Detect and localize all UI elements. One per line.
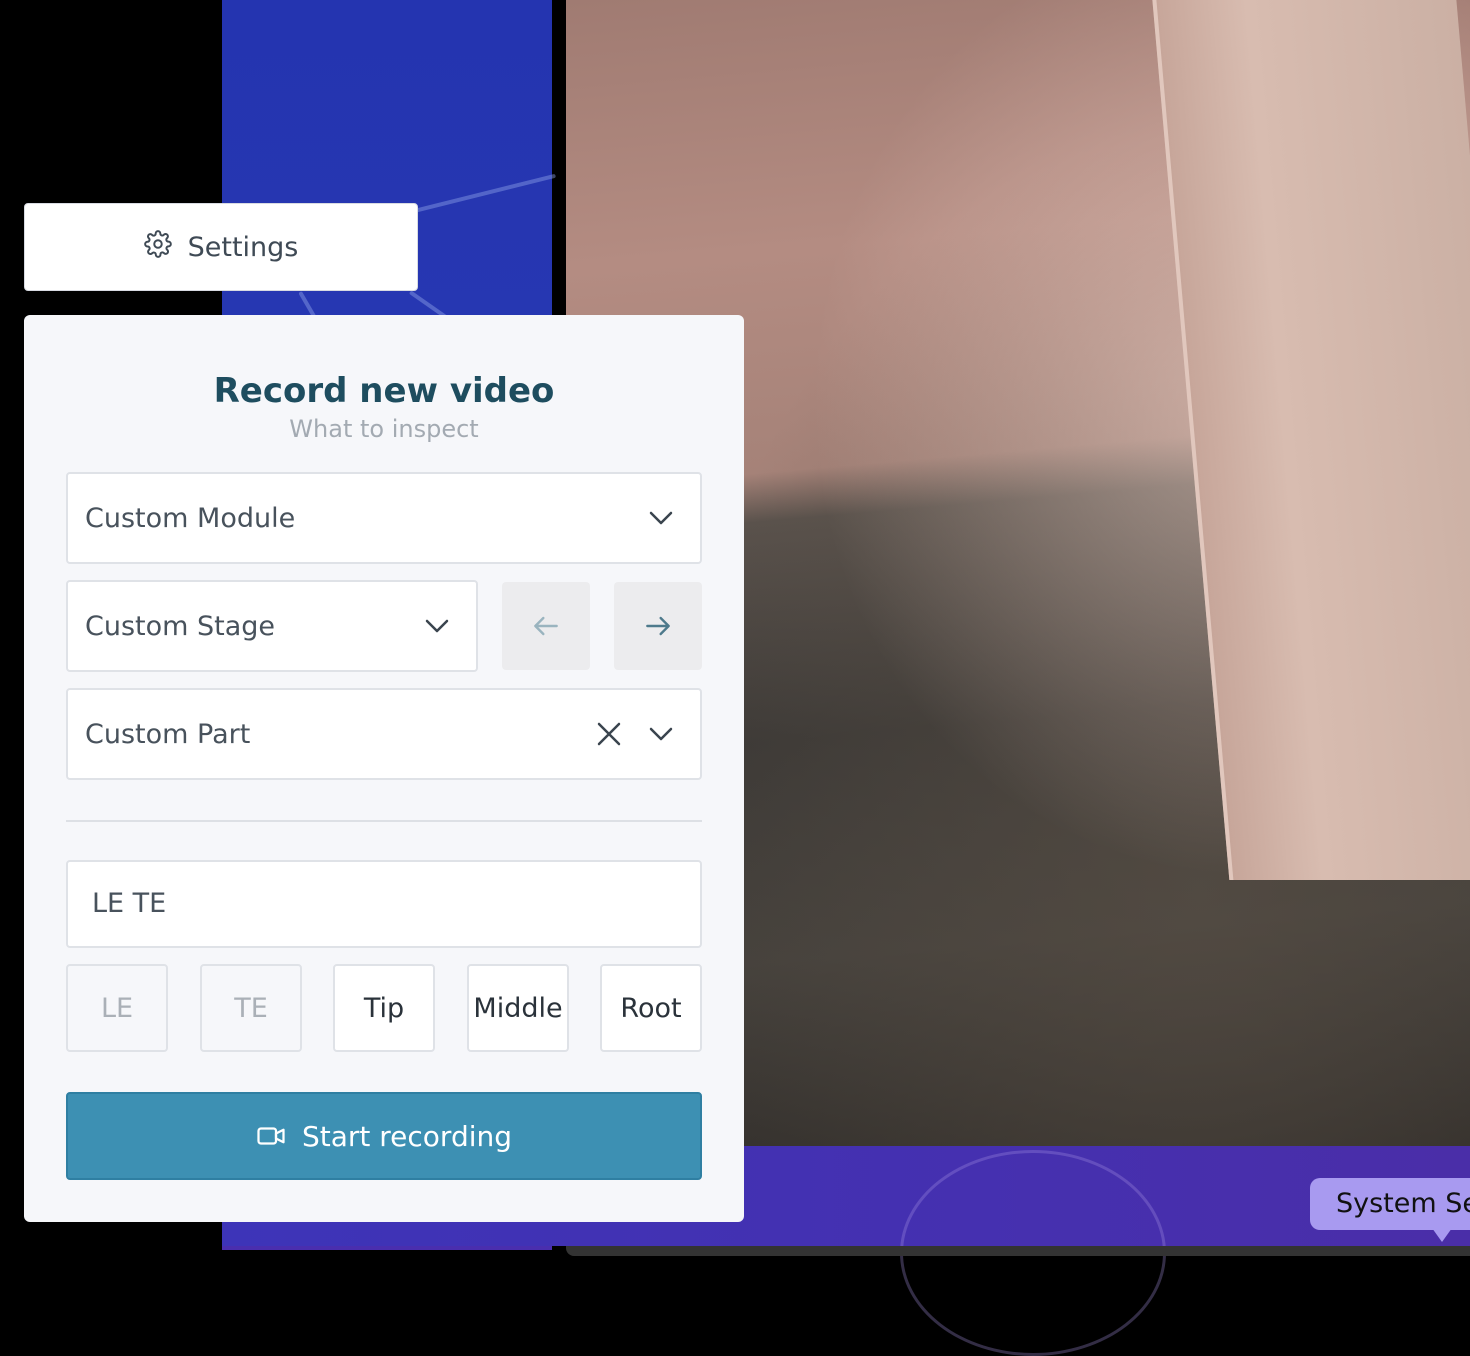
chip-root[interactable]: Root bbox=[600, 964, 702, 1052]
stage-select[interactable]: Custom Stage bbox=[66, 580, 478, 672]
arrow-right-icon bbox=[646, 616, 670, 636]
chip-te[interactable]: TE bbox=[200, 964, 302, 1052]
chevron-down-icon bbox=[425, 619, 449, 633]
panel-subtitle: What to inspect bbox=[289, 415, 479, 443]
tooltip-arrow bbox=[1432, 1228, 1452, 1242]
stage-select-value: Custom Stage bbox=[85, 610, 276, 642]
record-video-panel: Record new video What to inspect Custom … bbox=[24, 315, 744, 1222]
panel-title: Record new video bbox=[213, 371, 555, 411]
tags-input[interactable]: LE TE bbox=[66, 860, 702, 948]
part-select[interactable]: Custom Part bbox=[66, 688, 702, 780]
dock-strip bbox=[566, 1246, 1470, 1256]
part-select-value: Custom Part bbox=[85, 718, 251, 750]
previous-stage-button[interactable] bbox=[502, 582, 590, 670]
settings-label: Settings bbox=[187, 231, 299, 263]
settings-button[interactable]: Settings bbox=[24, 203, 418, 291]
chip-middle[interactable]: Middle bbox=[467, 964, 569, 1052]
chevron-down-icon bbox=[649, 511, 673, 525]
video-feed-blade bbox=[1150, 0, 1470, 880]
start-recording-button[interactable]: Start recording bbox=[66, 1092, 702, 1180]
chip-le[interactable]: LE bbox=[66, 964, 168, 1052]
start-recording-label: Start recording bbox=[301, 1119, 513, 1153]
chip-tip[interactable]: Tip bbox=[333, 964, 435, 1052]
divider bbox=[66, 820, 702, 822]
arrow-left-icon bbox=[534, 616, 558, 636]
tooltip: System Se bbox=[1310, 1178, 1470, 1230]
gear-icon bbox=[143, 229, 172, 265]
close-icon[interactable] bbox=[594, 719, 624, 749]
chevron-down-icon bbox=[649, 727, 673, 741]
video-camera-icon bbox=[257, 1127, 285, 1145]
module-select[interactable]: Custom Module bbox=[66, 472, 702, 564]
next-stage-button[interactable] bbox=[614, 582, 702, 670]
module-select-value: Custom Module bbox=[85, 502, 296, 534]
